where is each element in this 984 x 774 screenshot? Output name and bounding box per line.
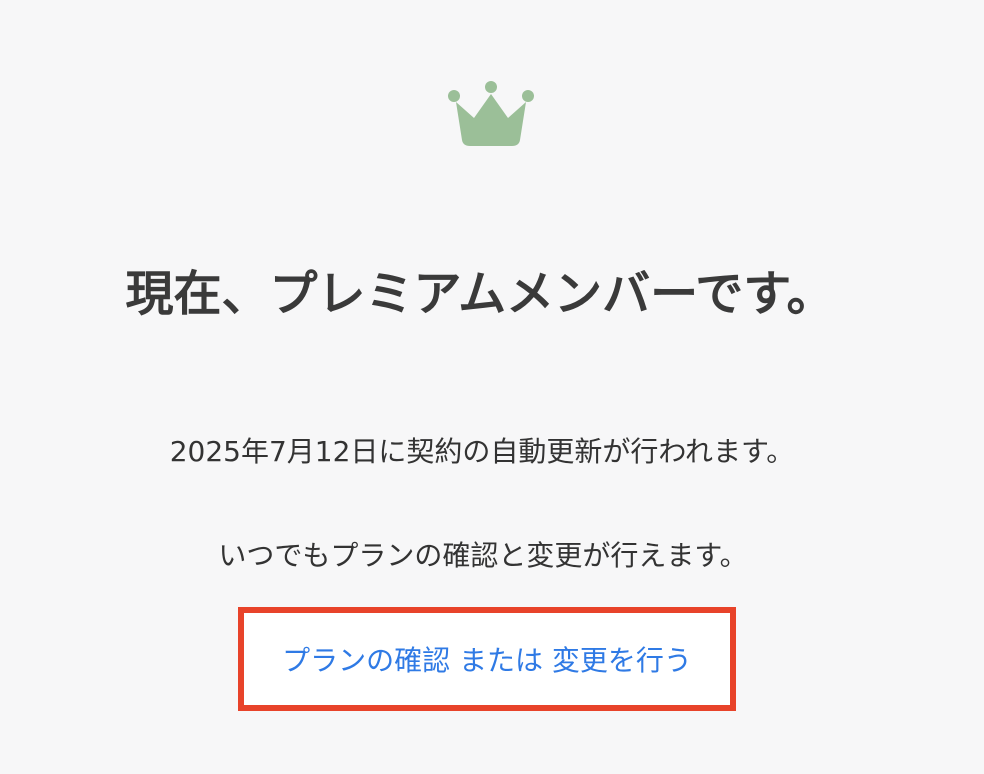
plan-change-note: いつでもプランの確認と変更が行えます。 [218,539,748,572]
premium-status-page: 現在、プレミアムメンバーです。 2025年7月12日に契約の自動更新が行われます… [0,0,984,774]
highlight-box: プランの確認 または 変更を行う [238,607,736,711]
plan-manage-link[interactable]: プランの確認 または 変更を行う [244,613,730,705]
renewal-date-text: 2025年7月12日に契約の自動更新が行われます。 [169,435,795,468]
page-title: 現在、プレミアムメンバーです。 [125,266,835,322]
crown-icon [448,81,534,146]
